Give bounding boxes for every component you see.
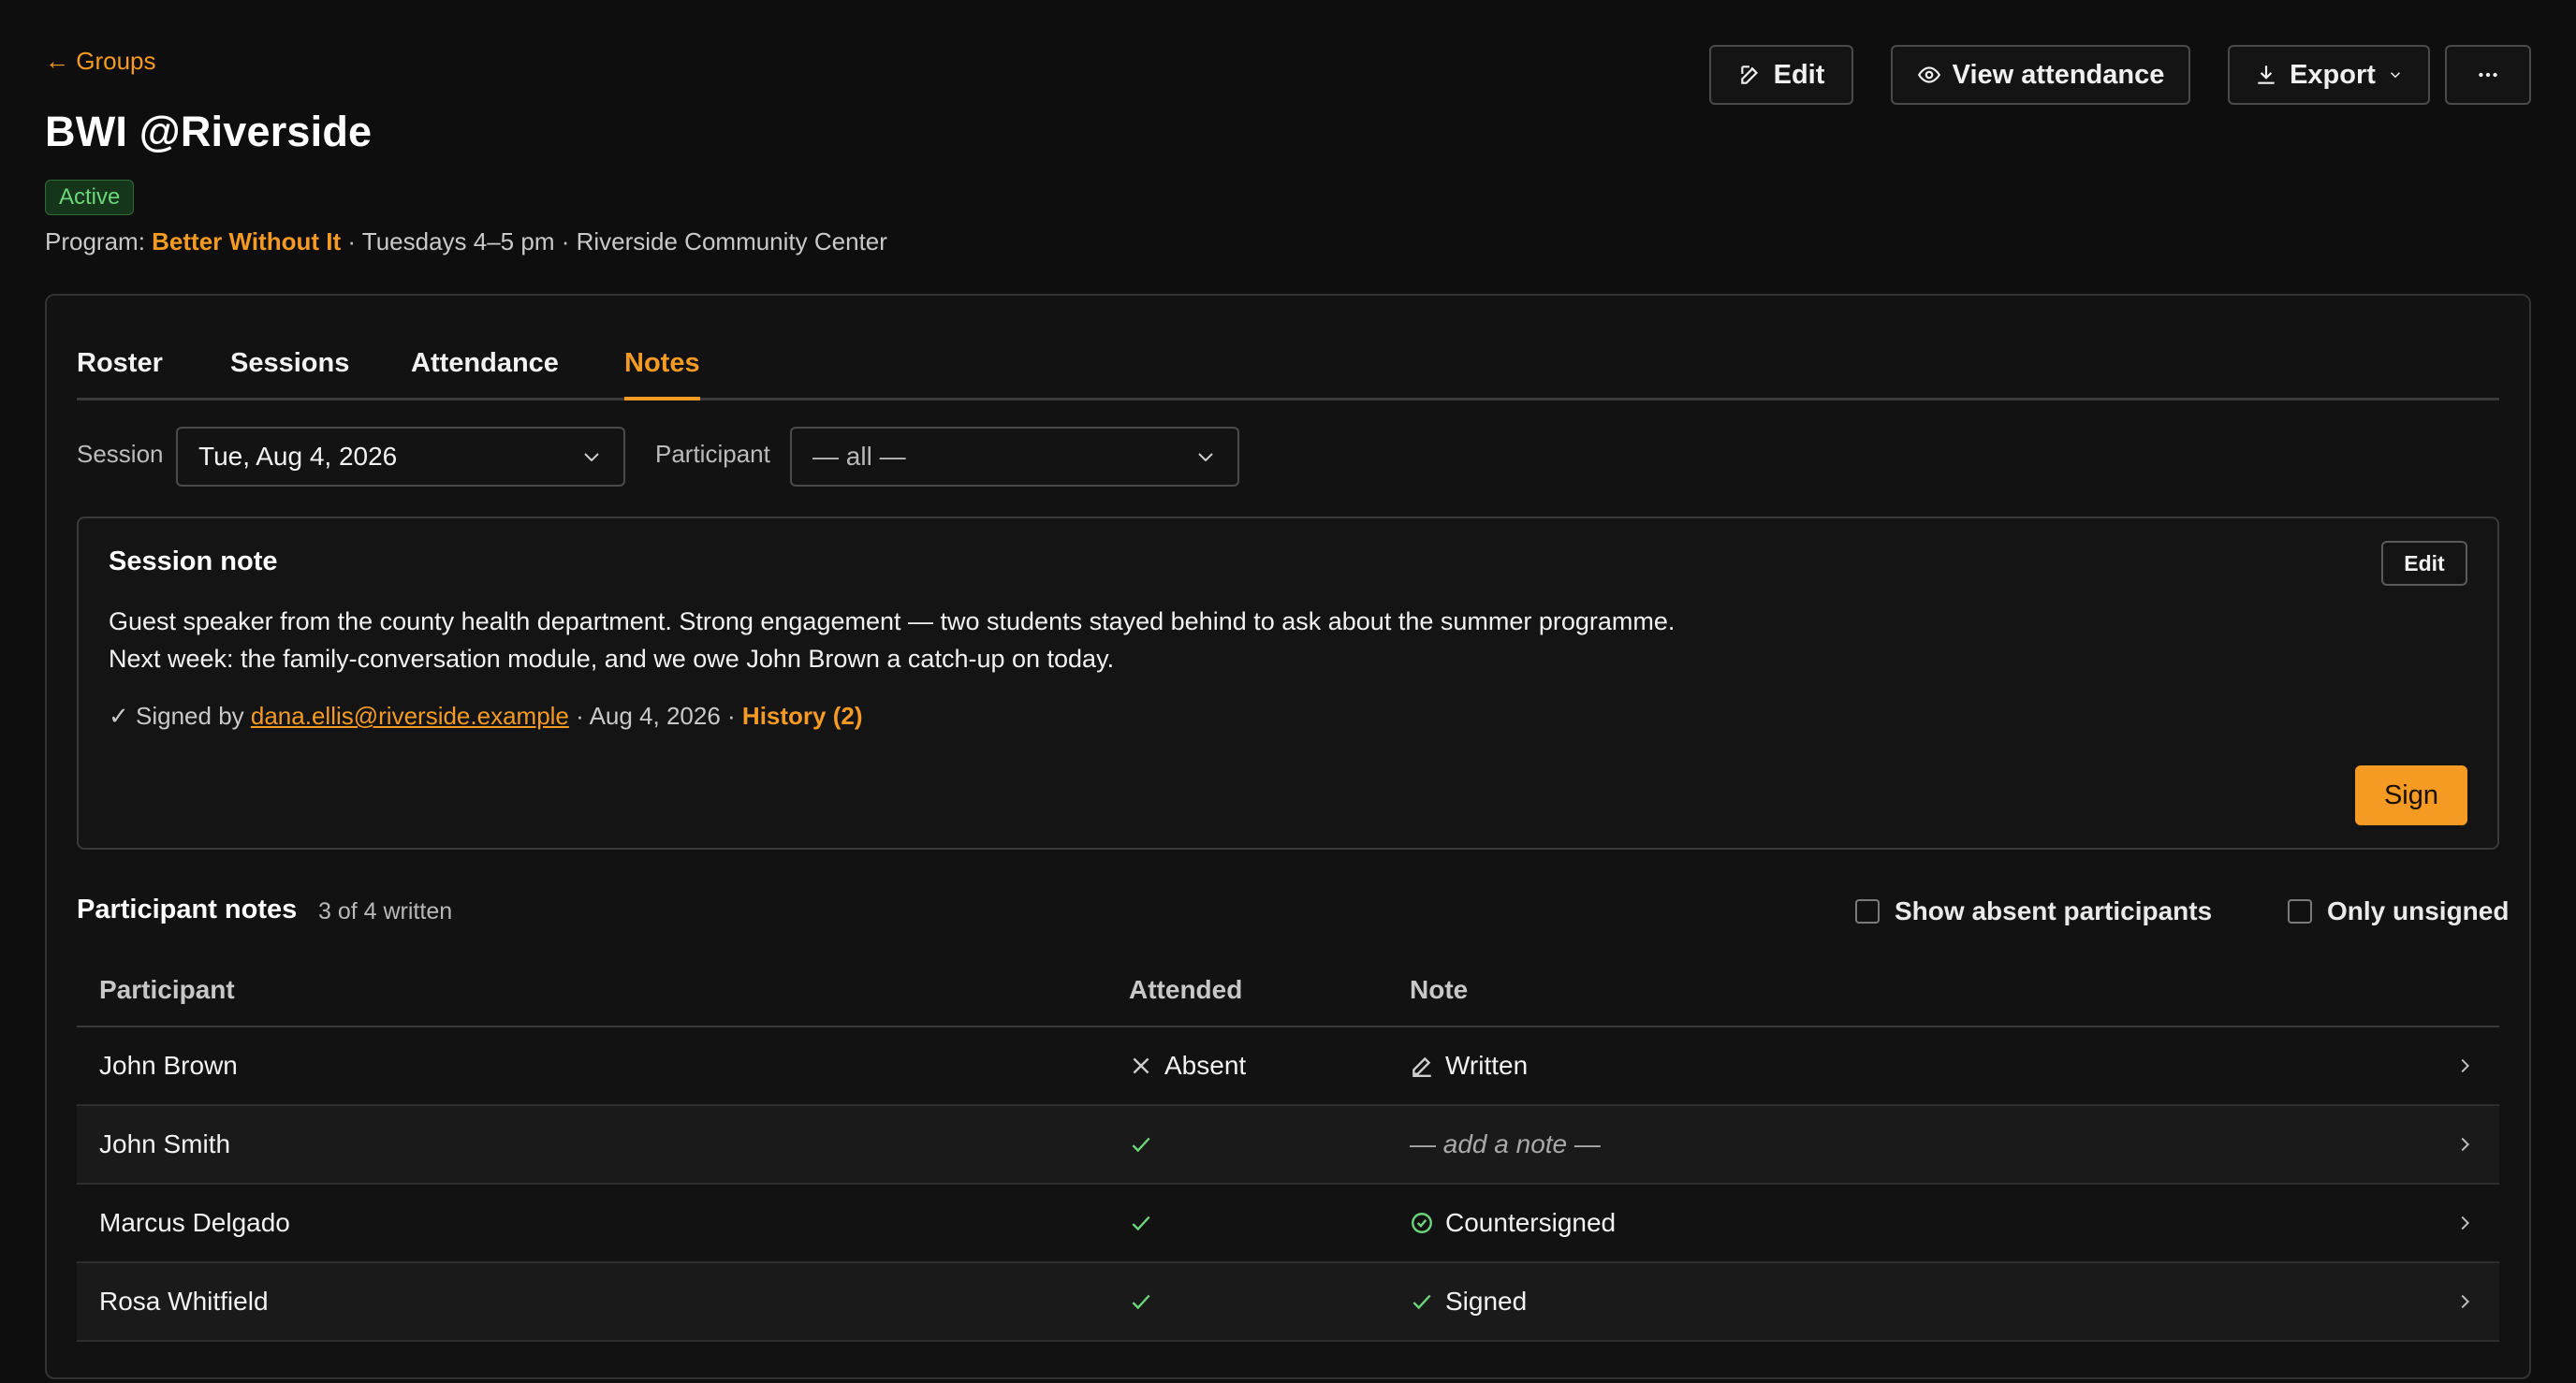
add-note-link[interactable]: — add a note — [1410, 1129, 1601, 1159]
participant-notes-count: 3 of 4 written [318, 898, 453, 924]
tab-sessions[interactable]: Sessions [230, 339, 349, 400]
session-note-panel [77, 517, 2499, 850]
note-cell: Countersigned [1410, 1185, 1616, 1261]
eye-icon [1917, 66, 1940, 83]
participant-name: Rosa Whitfield [99, 1287, 269, 1316]
checkbox-box[interactable] [2288, 899, 2312, 924]
note-cell[interactable]: — add a note — [1410, 1106, 1601, 1183]
participant-name: Marcus Delgado [99, 1208, 290, 1237]
column-header-participant: Participant [99, 975, 235, 1004]
note-cell: Signed [1410, 1263, 1527, 1340]
check-circle-icon [1412, 1213, 1432, 1233]
attendance-status: Absent [1164, 1051, 1247, 1080]
check-icon [1132, 1216, 1150, 1231]
session-note-edit-button[interactable]: Edit [2381, 541, 2467, 586]
history-link[interactable]: History (2) [742, 702, 863, 730]
note-status: Written [1445, 1051, 1529, 1080]
tab-bar: Roster Sessions Attendance Notes [77, 339, 2499, 400]
note-status: Countersigned [1445, 1208, 1617, 1237]
participant-select[interactable]: — all — [790, 427, 1239, 487]
view-attendance-label: View attendance [1952, 59, 2165, 90]
participant-filter-label: Participant [655, 440, 770, 468]
tab-notes[interactable]: Notes [624, 339, 700, 400]
show-absent-label: Show absent participants [1895, 896, 2213, 925]
signed-by-label: ✓ Signed by [109, 702, 244, 730]
chevron-right-icon [2461, 1216, 2470, 1230]
table-row[interactable]: John Smith — add a note — [77, 1106, 2499, 1185]
only-unsigned-checkbox[interactable]: Only unsigned [2288, 896, 2509, 926]
session-select-value: Tue, Aug 4, 2026 [198, 442, 398, 471]
more-icon [2479, 72, 2497, 78]
row-chevron[interactable] [2454, 1027, 2475, 1104]
table-row[interactable]: Marcus Delgado Countersigned [77, 1185, 2499, 1263]
column-header-attended: Attended [1129, 975, 1243, 1004]
group-meta: Program: Better Without It · Tuesdays 4–… [45, 227, 887, 256]
row-chevron[interactable] [2454, 1263, 2475, 1340]
edit-button[interactable]: Edit [1709, 45, 1853, 105]
note-cell: Written [1410, 1027, 1528, 1104]
only-unsigned-label: Only unsigned [2327, 896, 2510, 925]
participant-notes-table: Participant Attended Note John Brown Abs… [77, 956, 2499, 1342]
session-note-body: Guest speaker from the county health dep… [109, 603, 1675, 677]
check-icon [1132, 1294, 1150, 1310]
pencil-icon [1412, 1056, 1431, 1078]
check-icon [1132, 1137, 1150, 1153]
sign-button[interactable]: Sign [2355, 765, 2467, 825]
check-icon [1412, 1294, 1431, 1310]
attendance-cell [1129, 1185, 1153, 1261]
participant-name: John Brown [99, 1051, 238, 1080]
status-badge: Active [45, 180, 135, 215]
row-chevron[interactable] [2454, 1185, 2475, 1261]
export-label: Export [2290, 59, 2376, 90]
edit-button-label: Edit [1773, 59, 1825, 90]
chevron-right-icon [2461, 1058, 2470, 1073]
signed-date: · Aug 4, 2026 · [576, 702, 736, 730]
participant-select-value: — all — [812, 442, 906, 471]
session-filter-label: Session [77, 440, 164, 468]
table-row[interactable]: John Brown Absent Written [77, 1027, 2499, 1106]
chevron-right-icon [2461, 1137, 2470, 1152]
chevron-down-icon [1198, 453, 1213, 462]
signer-email-link[interactable]: dana.ellis@riverside.example [251, 702, 569, 730]
row-chevron[interactable] [2454, 1106, 2475, 1183]
export-button[interactable]: Export [2228, 45, 2430, 105]
chevron-down-icon [2390, 72, 2400, 79]
attendance-cell: Absent [1129, 1027, 1246, 1104]
chevron-right-icon [2461, 1294, 2470, 1309]
note-status: Signed [1445, 1287, 1528, 1316]
participant-name: John Smith [99, 1129, 231, 1158]
attendance-cell [1129, 1263, 1153, 1340]
table-header: Participant Attended Note [77, 956, 2499, 1027]
download-icon [2258, 66, 2275, 84]
chevron-down-icon [584, 453, 599, 462]
attendance-cell [1129, 1106, 1153, 1183]
session-note-line: Next week: the family-conversation modul… [109, 645, 1115, 673]
session-note-title: Session note [109, 546, 278, 576]
program-label: Program: [45, 227, 145, 255]
session-select[interactable]: Tue, Aug 4, 2026 [176, 427, 625, 487]
view-attendance-button[interactable]: View attendance [1891, 45, 2190, 105]
program-link[interactable]: Better Without It [152, 227, 341, 255]
edit-icon [1740, 66, 1758, 84]
tab-roster[interactable]: Roster [77, 339, 163, 400]
participant-notes-title: Participant notes [77, 895, 298, 924]
more-options-button[interactable] [2445, 45, 2531, 105]
session-note-line: Guest speaker from the county health dep… [109, 607, 1676, 635]
checkbox-box[interactable] [1855, 899, 1880, 924]
show-absent-checkbox[interactable]: Show absent participants [1855, 896, 2212, 926]
x-icon [1133, 1057, 1149, 1074]
signature-line: ✓ Signed by dana.ellis@riverside.example… [109, 702, 863, 731]
back-to-groups-link[interactable]: ← Groups [45, 47, 156, 76]
table-row[interactable]: Rosa Whitfield Signed [77, 1263, 2499, 1342]
tab-attendance[interactable]: Attendance [411, 339, 559, 400]
schedule-location: · Tuesdays 4–5 pm · Riverside Community … [347, 227, 887, 255]
column-header-note: Note [1410, 975, 1469, 1004]
page-title: BWI @Riverside [45, 108, 373, 155]
